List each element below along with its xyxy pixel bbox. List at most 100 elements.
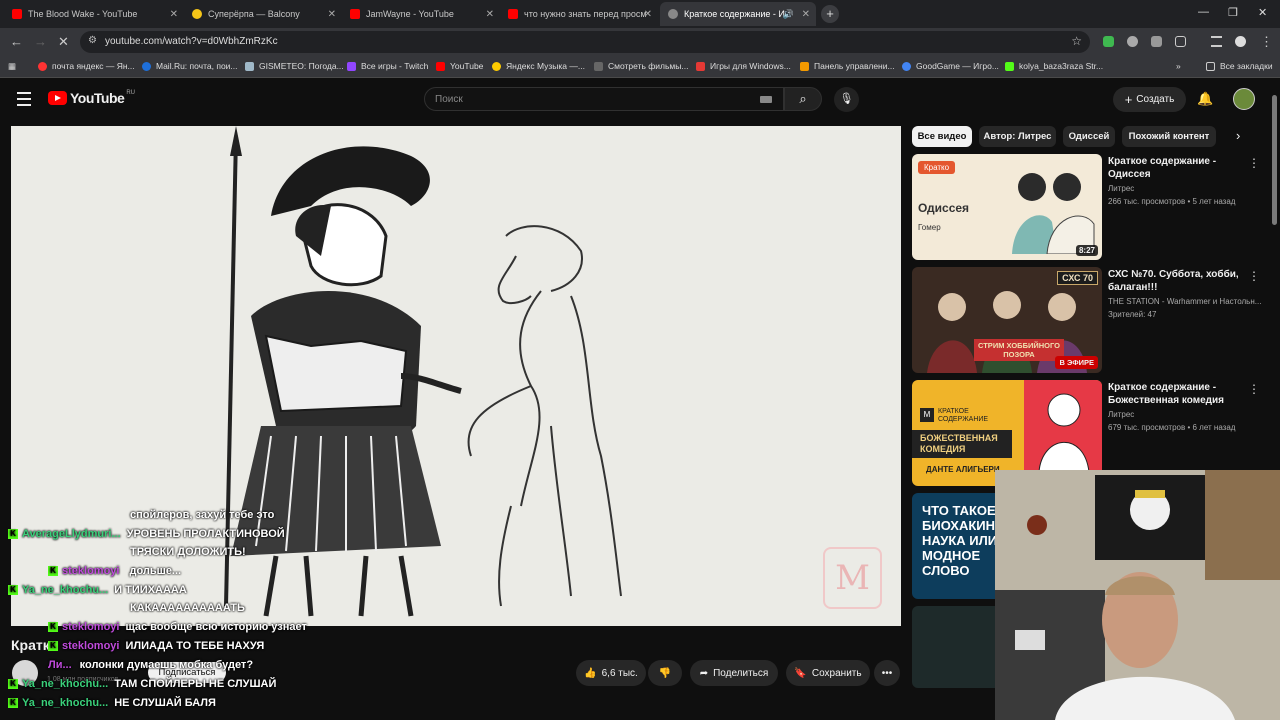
- chevron-right-icon[interactable]: ›: [1236, 128, 1240, 143]
- thumbs-up-icon: 👍: [584, 667, 597, 679]
- back-icon[interactable]: ←: [10, 34, 23, 49]
- thumbnail-subtitle: ДАНТЕ АЛИГЬЕРИ: [926, 465, 1000, 474]
- youtube-logo[interactable]: YouTube RU: [48, 90, 135, 106]
- thumbnail-banner: СТРИМ ХОББИЙНОГО ПОЗОРА: [974, 339, 1064, 361]
- google-icon: [902, 61, 911, 71]
- omnibox[interactable]: ⚙ youtube.com/watch?v=d0WbhZmRzKc ☆: [80, 31, 1090, 53]
- close-icon[interactable]: ✕: [486, 9, 494, 20]
- music-icon: [492, 61, 501, 71]
- kick-icon: K: [8, 698, 18, 709]
- video-thumbnail[interactable]: Кратко Одиссея Гомер 8:27: [912, 154, 1102, 260]
- like-count: 6,6 тыс.: [601, 667, 638, 679]
- kick-icon: K: [8, 679, 18, 690]
- share-icon: ➦: [699, 667, 709, 679]
- more-vertical-icon[interactable]: ⋮: [1248, 382, 1260, 396]
- tab-blood-wake[interactable]: The Blood Wake - YouTube ✕: [4, 2, 184, 26]
- speaker-icon[interactable]: 🔊: [783, 9, 794, 20]
- bookmark-gismeteo[interactable]: GISMETEO: Погода...: [245, 61, 344, 71]
- kick-icon: K: [48, 566, 58, 577]
- reload-icon[interactable]: ✕: [58, 34, 69, 50]
- search-input[interactable]: Поиск: [424, 87, 784, 111]
- close-icon[interactable]: ✕: [170, 9, 178, 20]
- thumbnail-corner: СХС 70: [1057, 271, 1098, 285]
- bookmark-youtube[interactable]: YouTube: [436, 61, 483, 71]
- tab-jamwayne[interactable]: JamWayne - YouTube ✕: [342, 2, 500, 26]
- bookmark-mailru[interactable]: Mail.Ru: почта, пои...: [142, 61, 238, 71]
- scrollbar[interactable]: [1272, 95, 1277, 225]
- share-label: Поделиться: [713, 667, 769, 679]
- more-vertical-icon[interactable]: ⋮: [1248, 156, 1260, 170]
- channel-name[interactable]: THE STATION - Warhammer и Настольн...: [1108, 297, 1261, 306]
- dislike-button[interactable]: 👎: [648, 660, 682, 686]
- like-button[interactable]: 👍 6,6 тыс.: [576, 660, 646, 686]
- tab-what-to-know[interactable]: что нужно знать перед просм ✕: [500, 2, 658, 26]
- tab-iliad-summary[interactable]: Краткое содержание - Ил 🔊 ✕: [660, 2, 816, 26]
- extension-icon[interactable]: [1151, 36, 1162, 47]
- bookmark-twitch[interactable]: Все игры - Twitch: [347, 61, 428, 71]
- bookmark-yandex-mail[interactable]: почта яндекс — Ян...: [38, 61, 135, 71]
- url-text[interactable]: youtube.com/watch?v=d0WbhZmRzKc: [105, 36, 278, 47]
- extension-icon[interactable]: [1103, 36, 1114, 47]
- close-icon[interactable]: ✕: [644, 9, 652, 20]
- chat-message: K AverageLlydmuri... УРОВЕНЬ ПРОЛАКТИНОВОЙ: [8, 528, 285, 540]
- share-button[interactable]: ➦ Поделиться: [690, 660, 778, 686]
- avatar[interactable]: [1233, 88, 1255, 110]
- bookmark-movies[interactable]: Смотреть фильмы...: [594, 61, 688, 71]
- more-button[interactable]: •••: [874, 660, 900, 686]
- youtube-play-icon: [48, 91, 67, 105]
- new-tab-button[interactable]: +: [821, 5, 839, 23]
- logo-text: YouTube: [70, 90, 125, 106]
- chip-all-videos[interactable]: Все видео: [912, 126, 972, 147]
- live-badge: В ЭФИРЕ: [1055, 356, 1098, 369]
- video-thumbnail[interactable]: СХС 70 СТРИМ ХОББИЙНОГО ПОЗОРА В ЭФИРЕ: [912, 267, 1102, 373]
- extension-icon[interactable]: [1127, 36, 1138, 47]
- apps-icon[interactable]: ▦: [8, 61, 16, 72]
- star-icon[interactable]: ☆: [1071, 34, 1082, 48]
- profile-icon[interactable]: [1235, 36, 1246, 47]
- puzzle-icon[interactable]: [1175, 36, 1186, 47]
- more-vertical-icon[interactable]: ⋮: [1248, 269, 1260, 283]
- bell-icon[interactable]: 🔔: [1197, 91, 1213, 107]
- thumbnail-art: [1012, 173, 1095, 254]
- create-button[interactable]: + Создать: [1113, 87, 1186, 112]
- bookmarks-bar: ▦ почта яндекс — Ян... Mail.Ru: почта, п…: [0, 56, 1280, 78]
- video-title[interactable]: Краткое содержание - Божественная комеди…: [1108, 381, 1248, 407]
- tab-title: Суперёрпа — Balcony: [208, 9, 300, 19]
- thumbnail-head: КРАТКОЕ СОДЕРЖАНИЕ: [938, 408, 989, 423]
- chat-message: спойлеров, захуй тебе это: [130, 509, 275, 521]
- chip-odyssey[interactable]: Одиссей: [1063, 126, 1115, 147]
- menu-icon[interactable]: [17, 92, 31, 110]
- menu-icon[interactable]: ⋮: [1260, 34, 1273, 50]
- media-icon[interactable]: [1211, 36, 1222, 47]
- chip-author[interactable]: Автор: Литрес: [979, 126, 1056, 147]
- all-bookmarks[interactable]: Все закладки: [1206, 61, 1273, 71]
- bookmark-kick[interactable]: kolya_baza3raza Str...: [1005, 61, 1103, 71]
- site-info-icon[interactable]: ⚙: [88, 35, 97, 46]
- minimize-icon[interactable]: —: [1198, 6, 1209, 18]
- chip-similar[interactable]: Похожий контент: [1122, 126, 1216, 147]
- save-button[interactable]: 🔖 Сохранить: [786, 660, 870, 686]
- video-title[interactable]: Краткое содержание - Одиссея: [1108, 155, 1248, 181]
- litres-watermark: M: [823, 547, 882, 609]
- maximize-icon[interactable]: ❐: [1228, 6, 1238, 19]
- channel-name[interactable]: Литрес: [1108, 410, 1134, 419]
- chevron-right-icon[interactable]: »: [1176, 61, 1181, 71]
- kick-icon: K: [8, 585, 18, 596]
- bookmark-windows-games[interactable]: Игры для Windows...: [696, 61, 791, 71]
- channel-name[interactable]: Литрес: [1108, 184, 1134, 193]
- window-close-icon[interactable]: ✕: [1258, 6, 1267, 19]
- bookmark-goodgame[interactable]: GoodGame — Игро...: [902, 61, 999, 71]
- tab-title: что нужно знать перед просм: [524, 9, 647, 19]
- bookmark-control-panel[interactable]: Панель управлени...: [800, 61, 895, 71]
- close-icon[interactable]: ✕: [802, 9, 810, 20]
- video-title[interactable]: СХС №70. Суббота, хобби, балаган!!!: [1108, 268, 1248, 294]
- video-title: Кратк: [11, 637, 50, 653]
- close-icon[interactable]: ✕: [328, 9, 336, 20]
- bookmark-yandex-music[interactable]: Яндекс Музыка —...: [492, 61, 585, 71]
- keyboard-icon[interactable]: [760, 96, 772, 103]
- voice-search-button[interactable]: 🎙: [834, 87, 859, 112]
- kick-icon: K: [8, 529, 18, 540]
- tab-balcony[interactable]: Суперёрпа — Balcony ✕: [184, 2, 342, 26]
- search-button[interactable]: ⌕: [784, 87, 822, 111]
- forward-icon[interactable]: →: [34, 34, 47, 49]
